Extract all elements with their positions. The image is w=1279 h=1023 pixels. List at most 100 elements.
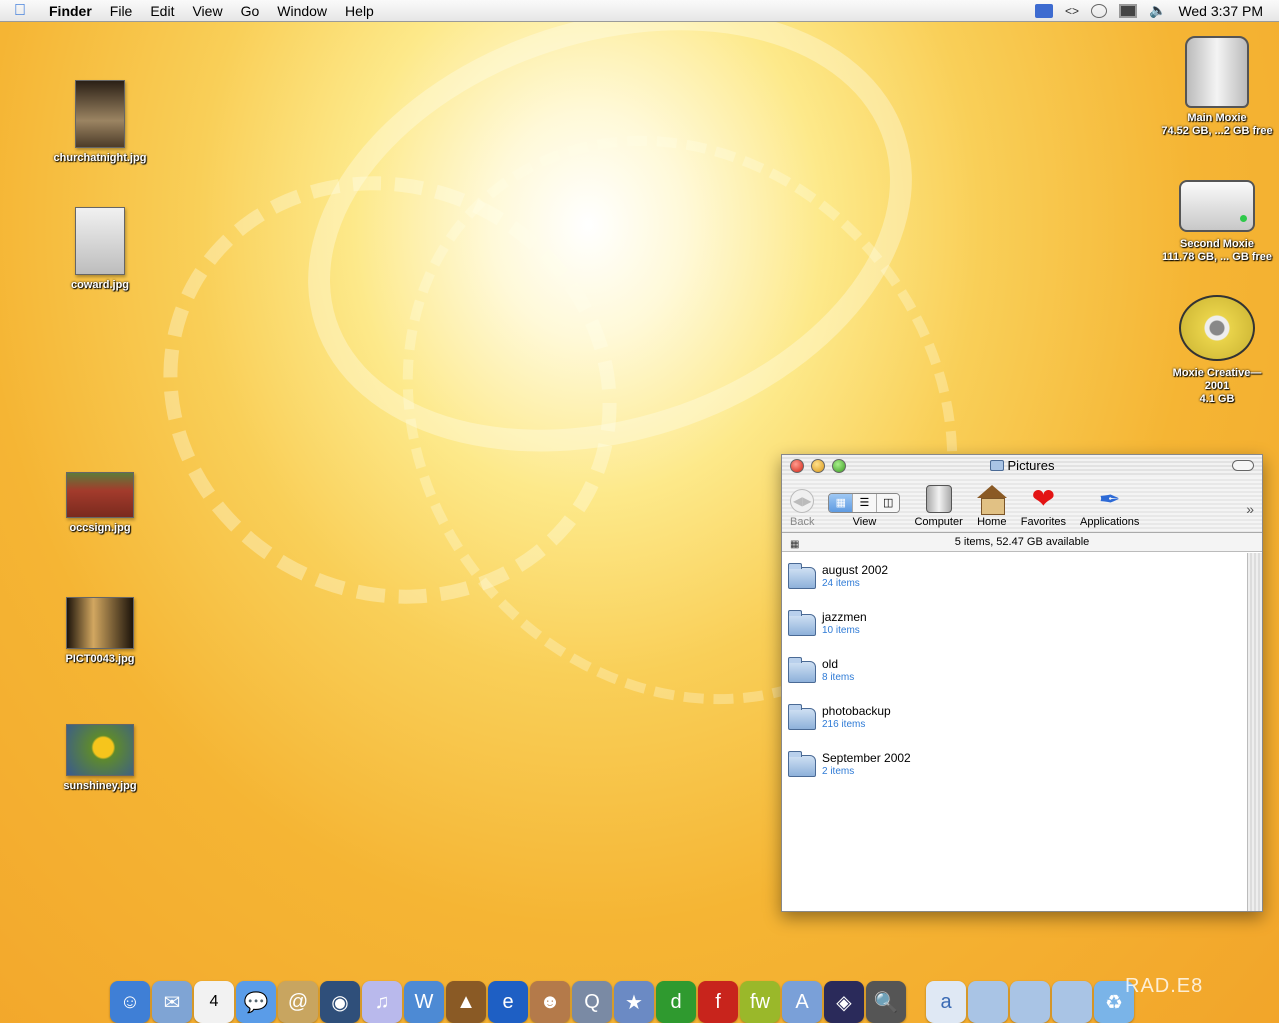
desktop-file[interactable]: sunshiney.jpg bbox=[40, 724, 160, 792]
window-title: Pictures bbox=[1007, 458, 1055, 473]
arrows-icon[interactable]: <> bbox=[1065, 4, 1079, 18]
volume-main-moxie[interactable]: Main Moxie 74.52 GB, ...2 GB free bbox=[1157, 36, 1277, 138]
imovie-icon[interactable]: ★ bbox=[614, 981, 654, 1023]
folder-count: 8 items bbox=[822, 672, 855, 683]
list-item[interactable]: old 8 items bbox=[782, 647, 1247, 694]
computer-label: Computer bbox=[914, 516, 963, 528]
desktop-file[interactable]: coward.jpg bbox=[40, 207, 160, 291]
menu-file[interactable]: File bbox=[101, 3, 142, 19]
desktop-file[interactable]: churchatnight.jpg bbox=[40, 80, 160, 164]
favorites-button[interactable]: ❤ Favorites bbox=[1020, 483, 1067, 529]
menu-bar:  Finder File Edit View Go Window Help <… bbox=[0, 0, 1279, 22]
itunes-icon[interactable]: ♫ bbox=[362, 981, 402, 1023]
internet-explorer-icon[interactable]: e bbox=[488, 981, 528, 1023]
ichat-icon[interactable]: 💬 bbox=[236, 981, 276, 1023]
textedit-icon[interactable]: a bbox=[926, 981, 966, 1023]
zoom-button[interactable] bbox=[832, 459, 846, 473]
list-item[interactable]: September 2002 2 items bbox=[782, 741, 1247, 788]
address-book-icon[interactable]: @ bbox=[278, 981, 318, 1023]
back-label: Back bbox=[790, 516, 815, 528]
file-list: august 2002 24 items jazzmen 10 items ol… bbox=[782, 553, 1247, 911]
eye-icon[interactable]: ◈ bbox=[824, 981, 864, 1023]
clock[interactable]: Wed 3:37 PM bbox=[1178, 3, 1263, 19]
volume-name: Second Moxie bbox=[1180, 238, 1254, 250]
list-item[interactable]: jazzmen 10 items bbox=[782, 600, 1247, 647]
wallpaper-ring bbox=[250, 0, 970, 526]
menu-finder[interactable]: Finder bbox=[40, 3, 101, 19]
folder-count: 2 items bbox=[822, 766, 855, 777]
volume-icon[interactable]: 🔈 bbox=[1149, 2, 1166, 19]
ical-icon[interactable]: 4 bbox=[194, 981, 234, 1023]
window-titlebar[interactable]: Pictures bbox=[782, 455, 1262, 477]
display-icon[interactable] bbox=[1119, 3, 1137, 18]
terminal-icon[interactable]: A bbox=[782, 981, 822, 1023]
volume-year: 2001 bbox=[1204, 380, 1230, 392]
hard-drive-icon bbox=[1185, 36, 1249, 108]
menu-edit[interactable]: Edit bbox=[141, 3, 183, 19]
menu-go[interactable]: Go bbox=[232, 3, 269, 19]
list-item[interactable]: photobackup 216 items bbox=[782, 694, 1247, 741]
desktop-file[interactable]: occsign.jpg bbox=[40, 472, 160, 534]
applications-button[interactable]: ✒ Applications bbox=[1080, 485, 1139, 528]
apple-icon[interactable]:  bbox=[0, 2, 40, 20]
folder-icon[interactable] bbox=[968, 981, 1008, 1023]
folder-name: photobackup bbox=[822, 704, 891, 718]
folder-name: august 2002 bbox=[822, 563, 889, 577]
home-label: Home bbox=[977, 516, 1007, 528]
toolbar-overflow-icon[interactable]: » bbox=[1246, 501, 1254, 517]
flash-icon[interactable]: f bbox=[698, 981, 738, 1023]
home-icon bbox=[976, 485, 1007, 515]
file-label: occsign.jpg bbox=[69, 522, 131, 534]
folder-count: 24 items bbox=[822, 578, 860, 589]
word-icon[interactable]: W bbox=[404, 981, 444, 1023]
back-button[interactable]: ◀▶ Back bbox=[790, 489, 814, 528]
folder-name: old bbox=[822, 657, 839, 671]
fireworks-icon[interactable]: fw bbox=[740, 981, 780, 1023]
image-thumbnail bbox=[75, 80, 125, 148]
iphoto-icon[interactable]: ▲ bbox=[446, 981, 486, 1023]
folder-icon[interactable] bbox=[1010, 981, 1050, 1023]
toolbar-toggle-button[interactable] bbox=[1232, 460, 1254, 471]
close-button[interactable] bbox=[790, 459, 804, 473]
painter-icon[interactable]: ☻ bbox=[530, 981, 570, 1023]
script-menu-icon[interactable] bbox=[1034, 3, 1053, 18]
heart-icon: ❤ bbox=[1031, 483, 1056, 514]
folder-icon bbox=[788, 704, 816, 730]
menu-help[interactable]: Help bbox=[336, 3, 383, 19]
finder-icon[interactable]: ☺ bbox=[110, 981, 150, 1023]
icon-view-button[interactable]: ▦ bbox=[829, 494, 854, 512]
image-thumbnail bbox=[75, 207, 125, 275]
folder-icon[interactable] bbox=[1052, 981, 1092, 1023]
quicktime-icon[interactable]: Q bbox=[572, 981, 612, 1023]
volume-size: 111.78 GB, ... GB free bbox=[1161, 251, 1273, 263]
view-segmented-control: ▦ ☰ ◫ bbox=[828, 493, 901, 513]
search-icon[interactable]: 🔍 bbox=[866, 981, 906, 1023]
desktop-file[interactable]: PICT0043.jpg bbox=[40, 597, 160, 665]
folder-name: September 2002 bbox=[822, 751, 911, 765]
folder-count: 216 items bbox=[822, 719, 866, 730]
computer-button[interactable]: Computer bbox=[914, 485, 963, 528]
image-thumbnail bbox=[66, 724, 134, 776]
sherlock-icon[interactable]: ◉ bbox=[320, 981, 360, 1023]
volume-name: Main Moxie bbox=[1187, 112, 1247, 124]
computer-icon bbox=[925, 485, 952, 513]
folder-icon bbox=[788, 610, 816, 636]
status-bar: ▦ 5 items, 52.47 GB available bbox=[782, 533, 1262, 552]
favorites-label: Favorites bbox=[1020, 516, 1067, 528]
home-button[interactable]: Home bbox=[976, 485, 1007, 528]
vertical-scrollbar[interactable] bbox=[1247, 553, 1262, 911]
volume-size: 74.52 GB, ...2 GB free bbox=[1161, 125, 1273, 137]
volume-moxie-creative[interactable]: Moxie Creative— 2001 4.1 GB bbox=[1157, 295, 1277, 406]
list-view-button[interactable]: ☰ bbox=[853, 494, 877, 512]
list-item[interactable]: august 2002 24 items bbox=[782, 553, 1247, 600]
menu-view[interactable]: View bbox=[183, 3, 231, 19]
chat-bubble-icon[interactable] bbox=[1091, 3, 1107, 18]
folder-icon bbox=[788, 751, 816, 777]
dreamweaver-icon[interactable]: d bbox=[656, 981, 696, 1023]
mail-icon[interactable]: ✉ bbox=[152, 981, 192, 1023]
column-view-button[interactable]: ◫ bbox=[876, 494, 900, 512]
menu-window[interactable]: Window bbox=[268, 3, 336, 19]
minimize-button[interactable] bbox=[811, 459, 825, 473]
folder-icon bbox=[788, 657, 816, 683]
volume-second-moxie[interactable]: Second Moxie 111.78 GB, ... GB free bbox=[1157, 172, 1277, 264]
